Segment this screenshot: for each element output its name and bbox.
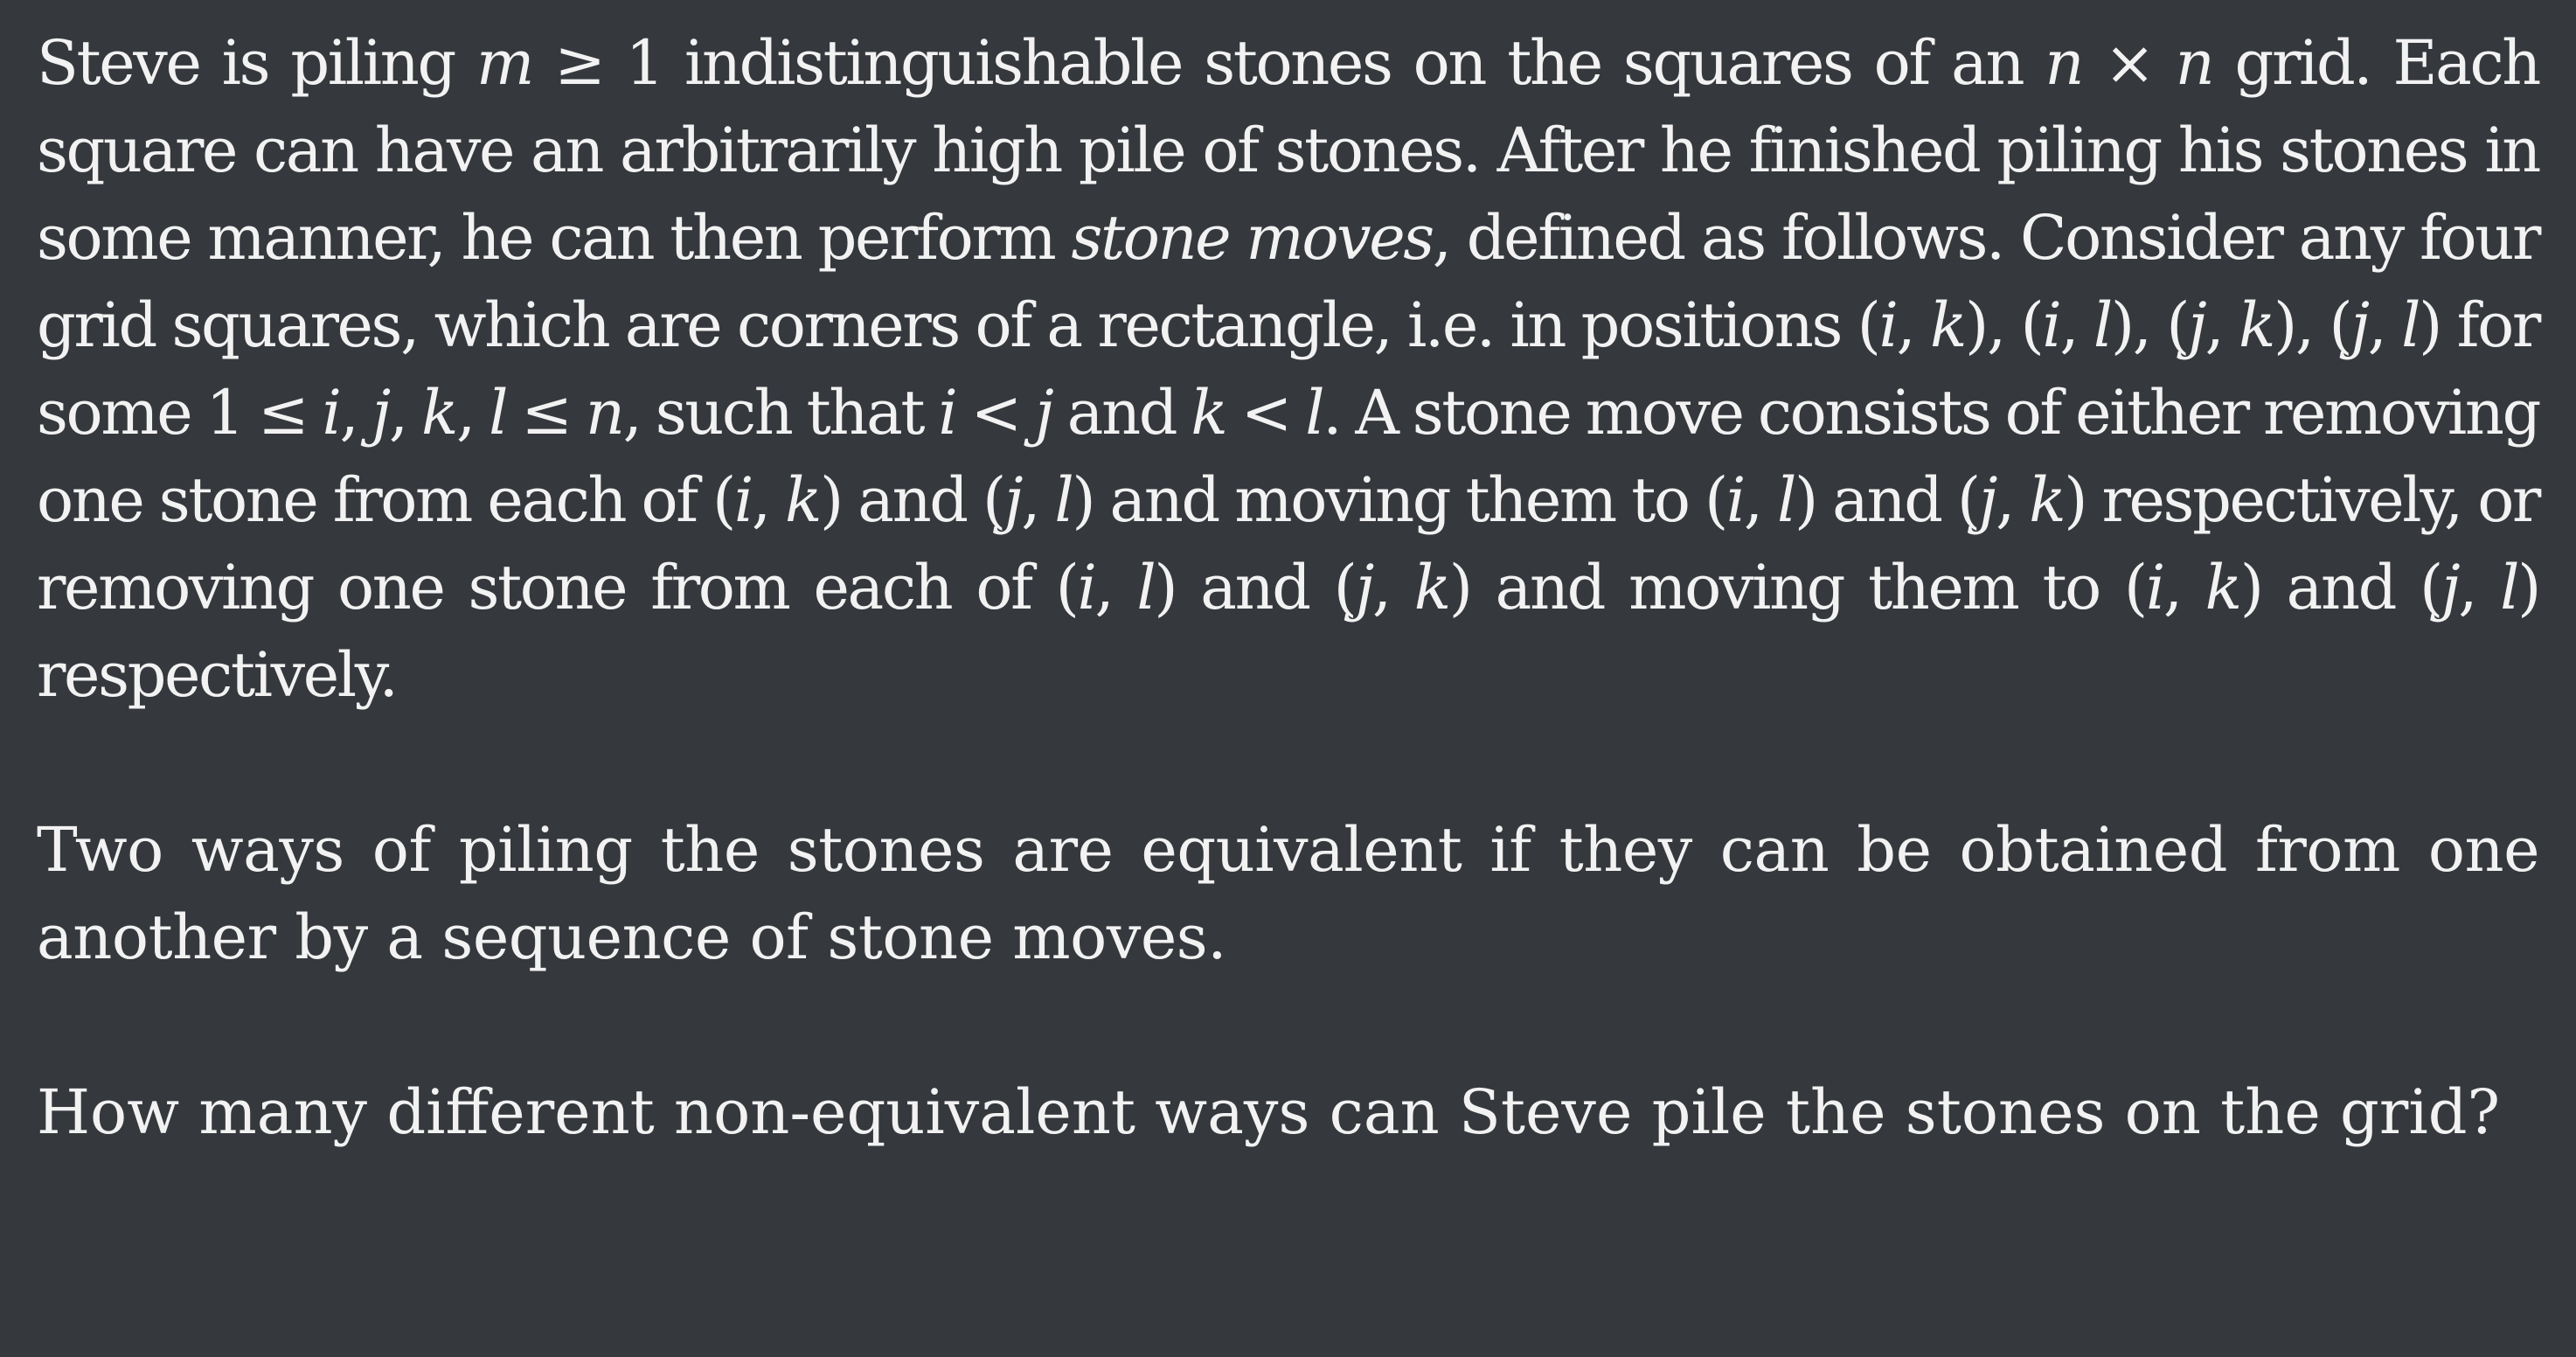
problem-statement: Steve is piling 𝑚 ≥ 1 indistinguishable … — [37, 19, 2541, 1156]
paragraph-setup: Steve is piling 𝑚 ≥ 1 indistinguishable … — [37, 27, 2541, 711]
paragraph-question: How many different non-equivalent ways c… — [37, 1076, 2501, 1148]
paragraph-equivalence: Two ways of piling the stones are equiva… — [37, 814, 2540, 973]
